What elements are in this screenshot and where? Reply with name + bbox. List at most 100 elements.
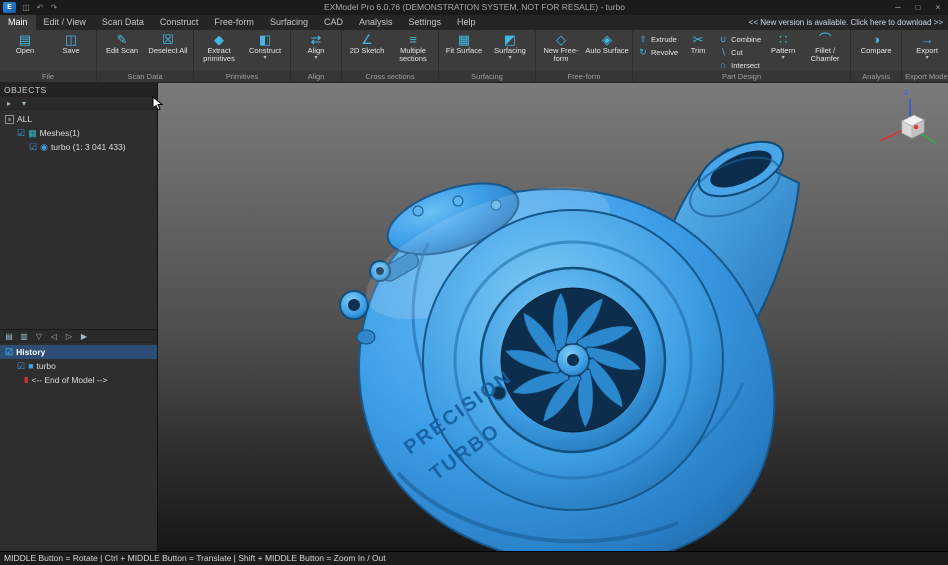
trim-button[interactable]: ✂ Trim	[682, 31, 714, 71]
tab-free-form[interactable]: Free-form	[206, 15, 262, 30]
multiple-sections-label: Multiple sections	[391, 47, 435, 63]
extract-primitives-button[interactable]: ◆ Extract primitives	[197, 31, 241, 71]
tab-scan-data[interactable]: Scan Data	[94, 15, 152, 30]
update-notice-link[interactable]: << New version is available. Click here …	[749, 15, 948, 30]
compare-button[interactable]: ◑ Compare	[854, 31, 898, 71]
history-row-end-of-model[interactable]: ▮ <-- End of Model -->	[0, 373, 157, 387]
chevron-down-icon[interactable]: ▾	[508, 55, 511, 61]
eye-icon[interactable]: ◉	[40, 140, 48, 154]
chevron-down-icon[interactable]: ▾	[926, 55, 929, 61]
pattern-button[interactable]: ∷ Pattern ▾	[765, 31, 801, 71]
history-turbo-checkbox[interactable]: ☑	[17, 359, 25, 373]
history-label: History	[16, 347, 45, 357]
open-button[interactable]: ▤ Open	[3, 31, 47, 71]
turbo-checkbox[interactable]: ☑	[29, 140, 37, 154]
tab-settings[interactable]: Settings	[401, 15, 450, 30]
redo-icon[interactable]: ↷	[47, 0, 61, 15]
view-triad[interactable]: z	[880, 87, 936, 143]
step-back-icon[interactable]: ◁	[48, 330, 60, 343]
app-window: E ◫ ↶ ↷ EXModel Pro 6.0.76 (DEMONSTRATIO…	[0, 0, 948, 565]
revolve-icon: ↻	[638, 47, 648, 58]
ribbon: ▤ Open ◫ Save File ✎ Edit Scan ☒ Deselec…	[0, 30, 948, 83]
ribbon-group-part-design: ⇧ Extrude ↻ Revolve ✂ Trim ∪ Combine	[633, 30, 851, 82]
tree-row-turbo[interactable]: ☑ ◉ turbo (1: 3 041 433)	[0, 140, 157, 154]
meshes-checkbox[interactable]: ☑	[17, 126, 25, 140]
edit-scan-button[interactable]: ✎ Edit Scan	[100, 31, 144, 71]
history-checkbox[interactable]: ☑	[5, 345, 13, 359]
export-button[interactable]: → Export ▾	[905, 31, 948, 71]
fillet-chamfer-button[interactable]: ⌒ Fillet / Chamfer	[803, 31, 847, 71]
revolve-label: Revolve	[651, 48, 678, 57]
ribbon-group-free-form: ◇ New Free-form ◈ Auto Surface Free-form	[536, 30, 633, 82]
save-button[interactable]: ◫ Save	[49, 31, 93, 71]
history-row-root[interactable]: ☑ History	[0, 345, 157, 359]
tab-main[interactable]: Main	[0, 15, 36, 30]
model-cube-icon: ■	[28, 359, 33, 373]
tab-analysis[interactable]: Analysis	[351, 15, 401, 30]
construct-button[interactable]: ◧ Construct ▾	[243, 31, 287, 71]
extract-primitives-icon: ◆	[214, 32, 224, 47]
group-label-export-model: Export Model	[902, 71, 948, 82]
2d-sketch-icon: ∠	[361, 32, 373, 47]
history-tree: ☑ History ☑ ■ turbo ▮ <-- End of Model -…	[0, 343, 157, 551]
turbo-mesh-label: turbo (1: 3 041 433)	[51, 142, 126, 152]
tab-edit-view[interactable]: Edit / View	[36, 15, 94, 30]
chevron-down-icon[interactable]: ▾	[782, 55, 785, 61]
group-label-file: File	[0, 71, 96, 82]
2d-sketch-button[interactable]: ∠ 2D Sketch	[345, 31, 389, 71]
new-free-form-button[interactable]: ◇ New Free-form	[539, 31, 583, 71]
tree-row-all[interactable]: ALL	[0, 112, 157, 126]
run-to-end-icon[interactable]: ▶	[78, 330, 90, 343]
construct-icon: ◧	[259, 32, 271, 47]
extrude-button[interactable]: ⇧ Extrude	[636, 34, 680, 45]
combine-button[interactable]: ∪ Combine	[716, 34, 763, 45]
surfacing-button[interactable]: ◩ Surfacing ▾	[488, 31, 532, 71]
extrude-label: Extrude	[651, 35, 677, 44]
quick-save-icon[interactable]: ◫	[19, 0, 33, 15]
undo-icon[interactable]: ↶	[33, 0, 47, 15]
cut-icon: ∖	[718, 47, 728, 58]
2d-sketch-label: 2D Sketch	[350, 47, 385, 55]
maximize-button[interactable]: □	[908, 0, 928, 15]
ribbon-group-export-model: → Export ▾ Export Model	[902, 30, 948, 82]
save-label: Save	[62, 47, 79, 55]
collapse-all-icon[interactable]: ▾	[18, 97, 30, 110]
viewport-3d[interactable]: PRECISION TURBO z	[158, 83, 948, 551]
auto-surface-button[interactable]: ◈ Auto Surface	[585, 31, 629, 71]
save-icon: ◫	[65, 32, 77, 47]
ribbon-group-primitives: ◆ Extract primitives ◧ Construct ▾ Primi…	[194, 30, 291, 82]
history-list-icon[interactable]: ▥	[18, 330, 30, 343]
deselect-all-label: Deselect All	[148, 47, 187, 55]
tab-surfacing[interactable]: Surfacing	[262, 15, 316, 30]
tab-help[interactable]: Help	[449, 15, 484, 30]
intersect-label: Intersect	[731, 61, 760, 70]
minimize-button[interactable]: ─	[888, 0, 908, 15]
history-row-turbo[interactable]: ☑ ■ turbo	[0, 359, 157, 373]
all-checkbox[interactable]	[5, 115, 14, 124]
objects-panel-header: OBJECTS	[0, 83, 157, 97]
fit-surface-label: Fit Surface	[446, 47, 482, 55]
tree-row-meshes[interactable]: ☑ ▦ Meshes(1)	[0, 126, 157, 140]
tab-cad[interactable]: CAD	[316, 15, 351, 30]
trim-label: Trim	[691, 47, 706, 55]
axis-z-label: z	[904, 87, 909, 97]
cut-button[interactable]: ∖ Cut	[716, 47, 763, 58]
intersect-button[interactable]: ∩ Intersect	[716, 60, 763, 71]
chevron-down-icon[interactable]: ▾	[314, 55, 317, 61]
surfacing-icon: ◩	[504, 32, 516, 47]
deselect-all-button[interactable]: ☒ Deselect All	[146, 31, 190, 71]
multiple-sections-button[interactable]: ≡ Multiple sections	[391, 31, 435, 71]
expand-history-icon[interactable]: ▽	[33, 330, 45, 343]
chevron-down-icon[interactable]: ▾	[263, 55, 266, 61]
expand-all-icon[interactable]: ▸	[3, 97, 15, 110]
group-label-surfacing: Surfacing	[439, 71, 535, 82]
close-button[interactable]: ×	[928, 0, 948, 15]
step-forward-icon[interactable]: ▷	[63, 330, 75, 343]
cut-label: Cut	[731, 48, 743, 57]
tab-construct[interactable]: Construct	[152, 15, 207, 30]
fit-surface-button[interactable]: ▦ Fit Surface	[442, 31, 486, 71]
align-button[interactable]: ⇄ Align ▾	[294, 31, 338, 71]
history-view-icon[interactable]: ▤	[3, 330, 15, 343]
ribbon-group-scan-data: ✎ Edit Scan ☒ Deselect All Scan Data	[97, 30, 194, 82]
revolve-button[interactable]: ↻ Revolve	[636, 47, 680, 58]
